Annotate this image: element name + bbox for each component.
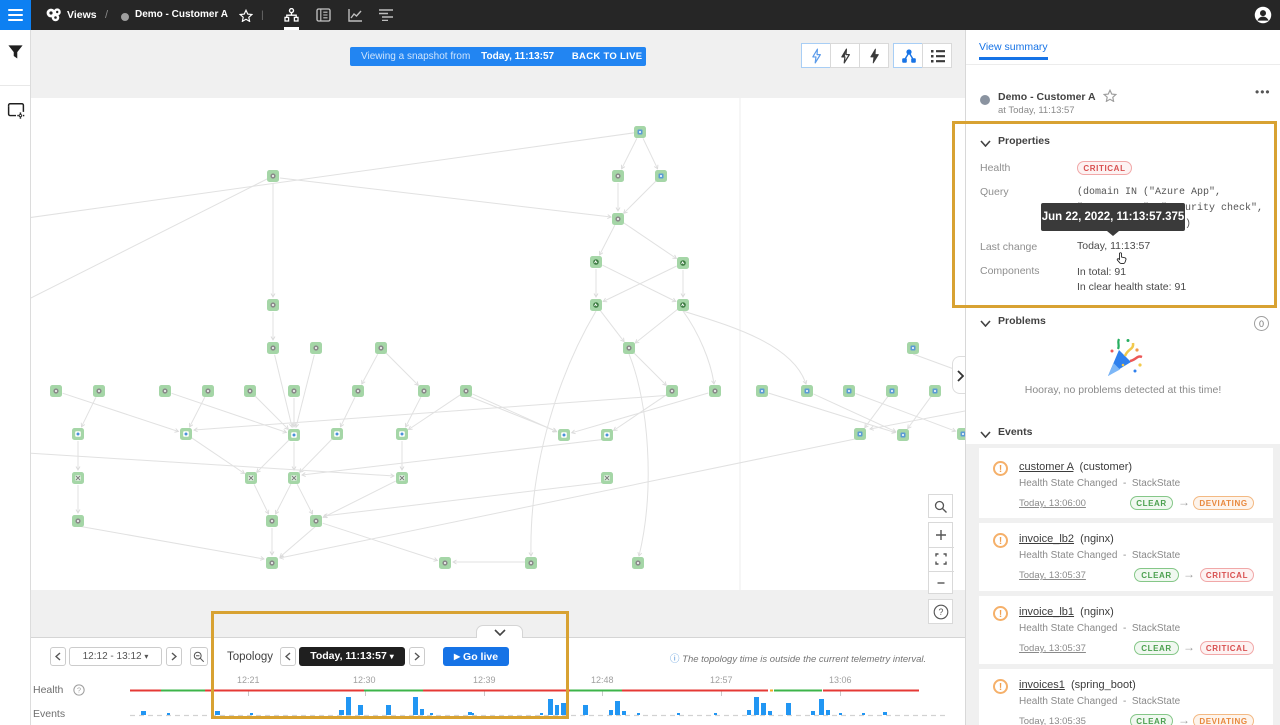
svg-text:?: ? [939,607,944,617]
